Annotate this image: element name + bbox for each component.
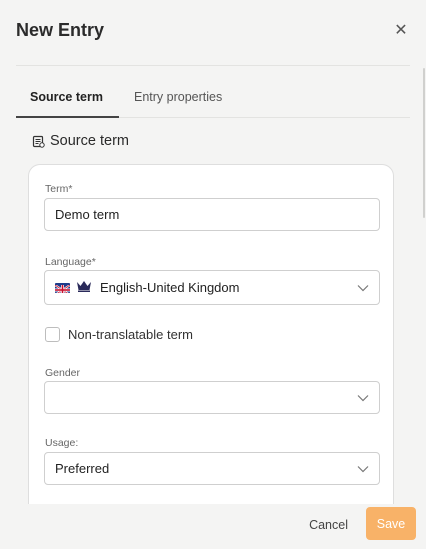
tab-bar: Source term Entry properties bbox=[16, 82, 410, 118]
dialog-title: New Entry bbox=[16, 20, 105, 40]
close-icon[interactable]: ✕ bbox=[392, 22, 410, 40]
term-label: Term* bbox=[45, 183, 73, 195]
tab-source-term[interactable]: Source term bbox=[30, 90, 103, 104]
language-value: English-United Kingdom bbox=[100, 280, 240, 295]
gender-select[interactable] bbox=[44, 381, 380, 414]
term-input[interactable]: Demo term bbox=[44, 198, 380, 231]
uk-flag-icon bbox=[55, 282, 70, 293]
chevron-down-icon bbox=[357, 285, 369, 292]
usage-value: Preferred bbox=[55, 461, 110, 476]
active-tab-indicator bbox=[16, 116, 119, 118]
document-list-icon bbox=[32, 135, 45, 148]
section-title: Source term bbox=[50, 133, 129, 149]
usage-label: Usage: bbox=[45, 437, 79, 449]
chevron-down-icon bbox=[357, 466, 369, 473]
chevron-down-icon bbox=[357, 395, 369, 402]
gender-label: Gender bbox=[45, 367, 81, 379]
non-translatable-label: Non-translatable term bbox=[68, 327, 193, 342]
save-button[interactable]: Save bbox=[366, 507, 416, 540]
source-term-card: Term* Demo term Language* English-United… bbox=[28, 164, 394, 504]
dialog-footer: Cancel Save bbox=[0, 504, 426, 549]
dialog-header: New Entry ✕ bbox=[16, 0, 410, 66]
section-heading: Source term bbox=[32, 133, 129, 149]
language-select[interactable]: English-United Kingdom bbox=[44, 270, 380, 305]
tab-entry-properties[interactable]: Entry properties bbox=[134, 90, 222, 104]
crown-icon bbox=[76, 280, 92, 295]
non-translatable-checkbox[interactable] bbox=[45, 327, 60, 342]
usage-select[interactable]: Preferred bbox=[44, 452, 380, 485]
non-translatable-checkbox-row[interactable]: Non-translatable term bbox=[45, 327, 193, 342]
scrollbar[interactable] bbox=[423, 68, 425, 218]
cancel-button[interactable]: Cancel bbox=[309, 518, 348, 532]
language-label: Language* bbox=[45, 256, 96, 268]
term-value: Demo term bbox=[55, 207, 120, 222]
